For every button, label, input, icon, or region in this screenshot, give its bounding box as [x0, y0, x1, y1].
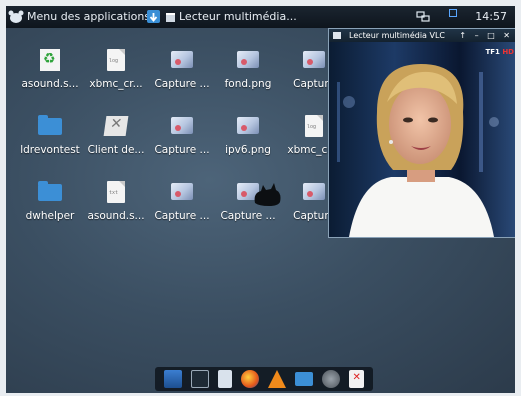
vlc-titlebar[interactable]: Lecteur multimédia VLC ↑ – □ ✕: [329, 29, 515, 42]
clock[interactable]: 14:57: [475, 6, 507, 28]
channel-logo-name: TF1: [485, 48, 500, 56]
desktop-file-label: Capture ...: [220, 210, 276, 222]
desktop-file-icon[interactable]: Client de...: [84, 108, 148, 172]
desktop-icon[interactable]: [163, 370, 182, 388]
image-icon: [236, 114, 260, 138]
folder-icon: [38, 114, 62, 138]
mouse-logo-icon: [8, 10, 24, 23]
desktop-file-icon[interactable]: txt asound.s...: [84, 174, 148, 238]
channel-logo-hd: HD: [502, 48, 514, 56]
desktop-file-icon[interactable]: fond.png: [216, 42, 280, 106]
image-icon: [302, 48, 326, 72]
desktop-file-label: ipv6.png: [225, 144, 271, 156]
desktop-file-icon[interactable]: ldrevontest: [18, 108, 82, 172]
image-icon: [170, 180, 194, 204]
desktop-file-label: asound.s...: [21, 78, 79, 90]
desktop-file-label: Client de...: [87, 144, 145, 156]
desktop-file-icon[interactable]: ipv6.png: [216, 108, 280, 172]
news-presenter-image: [329, 42, 515, 237]
terminal-icon[interactable]: [190, 370, 209, 388]
download-arrow-icon[interactable]: [147, 10, 160, 23]
vlc-window-icon: [333, 32, 341, 39]
pdf-icon[interactable]: ✕: [349, 370, 365, 388]
image-icon: [170, 114, 194, 138]
image-icon: [170, 48, 194, 72]
desktop-file-label: Capture ...: [154, 210, 210, 222]
desktop-file-label: ldrevontest: [20, 144, 80, 156]
vlc-window[interactable]: Lecteur multimédia VLC ↑ – □ ✕ TF1 HD: [328, 28, 515, 238]
desktop-file-label: asound.s...: [87, 210, 145, 222]
desktop-file-icon[interactable]: Capture ...: [150, 174, 214, 238]
log-file-icon: log: [104, 48, 128, 72]
vlc-video-frame[interactable]: TF1 HD: [329, 42, 515, 237]
image-icon: [236, 48, 260, 72]
desktop-file-label: Capture ...: [154, 144, 210, 156]
vlc-title: Lecteur multimédia VLC: [349, 31, 446, 40]
desktop-file-icon[interactable]: dwhelper: [18, 174, 82, 238]
text-file-icon: txt: [104, 180, 128, 204]
log-file-icon: log: [302, 114, 326, 138]
recycle-icon: [38, 48, 62, 72]
desktop-file-icon[interactable]: Capture ...: [150, 108, 214, 172]
desktop-file-icon[interactable]: Capture ...: [150, 42, 214, 106]
desktop-file-label: dwhelper: [25, 210, 75, 222]
notepad-icon[interactable]: [217, 370, 232, 388]
desktop-file-label: xbmc_cr...: [89, 78, 143, 90]
vlc-window-controls[interactable]: ↑ – □ ✕: [459, 29, 513, 42]
network-icon[interactable]: [416, 11, 430, 23]
desktop-file-label: fond.png: [224, 78, 272, 90]
workspace-indicator-icon[interactable]: [449, 9, 457, 17]
applications-menu-button[interactable]: Menu des applications: [8, 6, 150, 28]
desktop-screen: Menu des applications Lecteur multimédia…: [6, 6, 515, 393]
file-manager-icon[interactable]: [295, 372, 314, 386]
folder-icon: [38, 180, 62, 204]
taskbar-item-label: Lecteur multimédia...: [179, 10, 297, 23]
image-icon: [302, 180, 326, 204]
firefox-icon[interactable]: [240, 370, 259, 388]
tools-icon: [103, 114, 129, 138]
channel-logo: TF1 HD: [485, 48, 514, 56]
taskbar-item-vlc[interactable]: Lecteur multimédia...: [166, 9, 306, 25]
desktop-file-icon[interactable]: asound.s...: [18, 42, 82, 106]
disk-icon[interactable]: [322, 370, 341, 388]
applications-menu-label: Menu des applications: [27, 10, 151, 23]
cat-silhouette-icon: [254, 183, 281, 206]
top-panel: Menu des applications Lecteur multimédia…: [6, 6, 515, 28]
dock: ✕: [155, 367, 373, 391]
vlc-icon[interactable]: [268, 370, 287, 388]
desktop-file-label: Capture ...: [154, 78, 210, 90]
desktop-file-icon[interactable]: log xbmc_cr...: [84, 42, 148, 106]
window-icon: [166, 12, 175, 22]
